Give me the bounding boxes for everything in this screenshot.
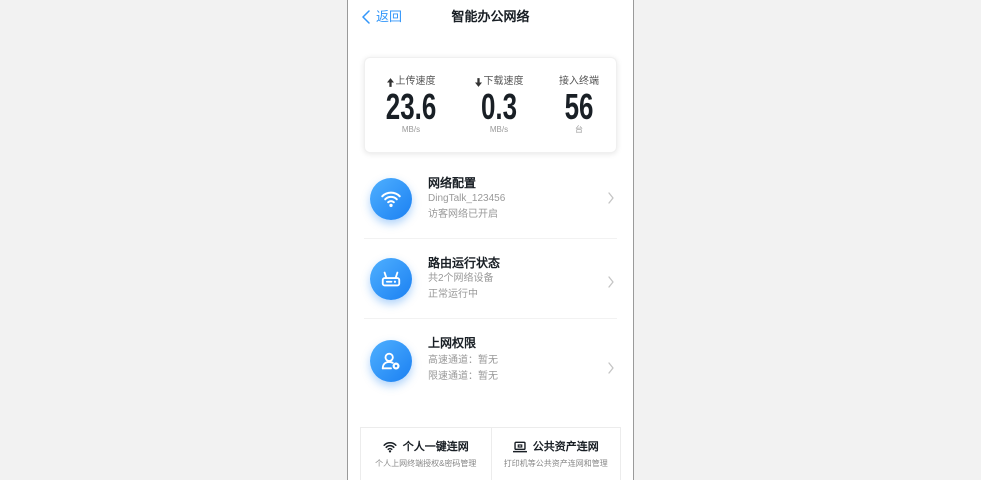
shortcut-title-row: 个人一键连网 bbox=[361, 439, 491, 455]
chevron-right-icon bbox=[608, 276, 614, 288]
laptop-icon bbox=[512, 441, 527, 453]
shortcut-description: 打印机等公共资产连网和管理 bbox=[503, 459, 608, 468]
download-speed-value: 0.3 bbox=[480, 86, 518, 127]
menu-item-title: 上网权限 bbox=[428, 336, 477, 350]
stat-value: 0.3 bbox=[459, 89, 539, 125]
upload-speed-value: 23.6 bbox=[385, 86, 437, 127]
public-asset-connect-button[interactable]: 公共资产连网 打印机等公共资产连网和管理 bbox=[490, 428, 621, 480]
menu-item-detail: 访客网络已开启 bbox=[428, 209, 498, 220]
shortcut-description: 个人上网终端授权&密码管理 bbox=[375, 459, 477, 468]
wifi-icon bbox=[381, 191, 401, 208]
menu-item-router-status[interactable]: 路由运行状态 共2个网络设备 正常运行中 bbox=[364, 239, 617, 319]
settings-menu: 网络配置 DingTalk_123456 访客网络已开启 路由运行状态 共2个网… bbox=[364, 159, 617, 399]
menu-item-network-config[interactable]: 网络配置 DingTalk_123456 访客网络已开启 bbox=[364, 159, 617, 239]
router-icon bbox=[381, 271, 401, 287]
wifi-icon bbox=[383, 442, 397, 453]
shortcut-title: 公共资产连网 bbox=[532, 441, 599, 453]
menu-icon-badge bbox=[370, 258, 412, 300]
stat-unit: MB/s bbox=[489, 125, 509, 134]
stat-devices: 接入终端 56 台 bbox=[539, 58, 619, 152]
menu-item-detail: 共2个网络设备 bbox=[428, 273, 494, 284]
menu-icon-badge bbox=[370, 178, 412, 220]
shortcut-title-row: 公共资产连网 bbox=[492, 439, 621, 455]
shortcut-title: 个人一键连网 bbox=[402, 441, 469, 453]
menu-item-title: 路由运行状态 bbox=[428, 256, 501, 270]
stat-upload: 上传速度 23.6 MB/s bbox=[371, 58, 451, 152]
quick-connect-panel: 个人一键连网 个人上网终端授权&密码管理 公共资产连网 打印机等公共资产连网和管… bbox=[360, 427, 621, 480]
chevron-right-icon bbox=[608, 192, 614, 204]
menu-item-detail: 限速通道：暂无 bbox=[428, 371, 498, 382]
chevron-right-icon bbox=[608, 362, 614, 374]
stat-value: 23.6 bbox=[371, 89, 451, 125]
phone-screen: 返回 智能办公网络 上传速度 23.6 MB/s 下载速度 0.3 MB/s 接… bbox=[347, 0, 634, 480]
stat-unit: 台 bbox=[575, 125, 583, 134]
page-title: 智能办公网络 bbox=[451, 9, 530, 24]
network-stats-card: 上传速度 23.6 MB/s 下载速度 0.3 MB/s 接入终端 56 台 bbox=[364, 57, 617, 153]
stat-value: 56 bbox=[539, 89, 619, 125]
menu-item-detail: 正常运行中 bbox=[428, 289, 478, 300]
menu-item-access-permission[interactable]: 上网权限 高速通道：暂无 限速通道：暂无 bbox=[364, 319, 617, 399]
menu-icon-badge bbox=[370, 340, 412, 382]
menu-item-detail: 高速通道：暂无 bbox=[428, 355, 498, 366]
stat-unit: MB/s bbox=[401, 125, 421, 134]
menu-item-detail: DingTalk_123456 bbox=[428, 193, 506, 204]
connected-devices-value: 56 bbox=[564, 86, 594, 127]
user-permission-icon bbox=[381, 352, 400, 370]
stat-download: 下载速度 0.3 MB/s bbox=[459, 58, 539, 152]
menu-item-title: 网络配置 bbox=[428, 176, 477, 190]
personal-connect-button[interactable]: 个人一键连网 个人上网终端授权&密码管理 bbox=[361, 428, 491, 480]
